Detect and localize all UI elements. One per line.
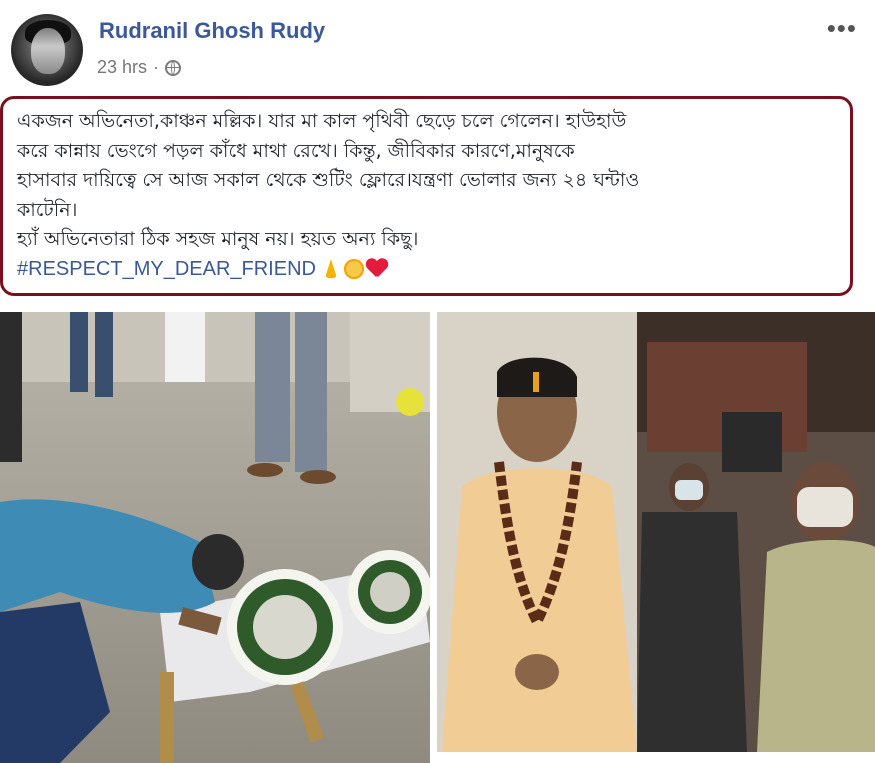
shooting-floor-image (437, 312, 875, 752)
post-line: হ্যাঁ অভিনেতারা ঠিক সহজ মানুষ নয়। হয়ত … (17, 228, 419, 250)
post-time[interactable]: 23 hrs (97, 57, 147, 78)
post-photo-left[interactable] (0, 312, 430, 763)
post-line: একজন অভিনেতা,কাঞ্চন মল্লিক। যার মা কাল প… (17, 110, 627, 132)
globe-icon[interactable] (165, 59, 182, 76)
hashtag-line: #RESPECT_MY_DEAR_FRIEND (17, 255, 836, 285)
author-name[interactable]: Rudranil Ghosh Rudy (99, 18, 325, 44)
sun-icon (343, 259, 364, 279)
avatar[interactable] (11, 14, 83, 86)
folded-hands-icon (322, 259, 340, 279)
post-body: একজন অভিনেতা,কাঞ্চন মল্লিক। যার মা কাল প… (0, 96, 853, 296)
post-photo-right[interactable] (437, 312, 875, 752)
funeral-scene-image (0, 312, 430, 763)
post-header: Rudranil Ghosh Rudy 23 hrs · ••• (0, 0, 875, 92)
more-options-button[interactable]: ••• (827, 15, 857, 41)
post-line: করে কান্নায় ভেংগে পড়ল কাঁধে মাথা রেখে।… (17, 139, 575, 162)
post-line: কাটেনি। (17, 198, 78, 221)
post-line: হাসাবার দায়িত্বে সে আজ সকাল থেকে শুটিং … (17, 169, 640, 191)
post-meta: 23 hrs · (97, 57, 182, 78)
heart-icon (366, 259, 388, 279)
hashtag-link[interactable]: #RESPECT_MY_DEAR_FRIEND (17, 258, 316, 280)
meta-separator: · (153, 57, 160, 77)
